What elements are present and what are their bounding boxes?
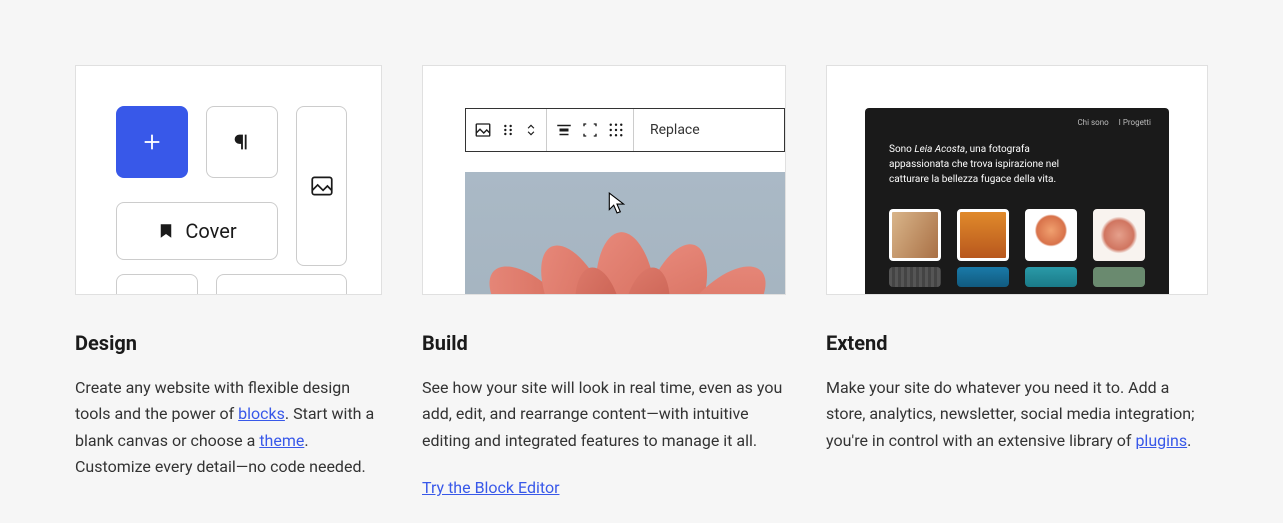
dark-panel-nav: Chi sono I Progetti [1077,118,1151,127]
design-preview: Cover [75,65,382,295]
move-up-down-icon[interactable] [524,121,538,139]
build-stage: Replace [423,66,785,294]
gallery-row-1 [889,209,1145,261]
build-title: Build [422,331,786,355]
extra-block-2[interactable] [216,274,347,295]
thumb-1[interactable] [889,209,941,261]
toolbar-group-2 [547,109,634,151]
fullwidth-icon[interactable] [581,121,599,139]
pilcrow-icon [231,131,253,153]
theme-link[interactable]: theme [259,431,304,450]
extend-stage: Chi sono I Progetti Sono Leia Acosta, un… [827,66,1207,294]
bookmark-icon [157,222,175,240]
paragraph-block[interactable] [206,106,278,178]
thumb-2[interactable] [957,209,1009,261]
flower-image[interactable] [465,172,785,295]
blocks-link[interactable]: blocks [238,404,285,423]
plugins-link[interactable]: plugins [1135,431,1187,450]
cover-block-label: Cover [185,219,236,243]
design-stage: Cover [76,66,381,294]
thumb-6[interactable] [957,267,1009,287]
design-description: Create any website with flexible design … [75,375,382,481]
thumb-4[interactable] [1093,209,1145,261]
extend-title: Extend [826,331,1208,355]
nav-item-2[interactable]: I Progetti [1119,118,1151,127]
plus-icon [141,131,163,153]
thumb-8[interactable] [1093,267,1145,287]
build-card: Replace Build See how your site will loo… [422,65,786,497]
extra-block-1[interactable] [116,274,198,295]
image-block-placeholder[interactable] [296,106,347,266]
build-preview: Replace [422,65,786,295]
extra-block-row [116,274,347,295]
thumb-5[interactable] [889,267,941,287]
thumb-7[interactable] [1025,267,1077,287]
extend-card: Chi sono I Progetti Sono Leia Acosta, un… [826,65,1208,497]
add-block-button[interactable] [116,106,188,178]
design-title: Design [75,331,382,355]
feature-cards-row: Cover Design Create any website with fle… [0,0,1283,497]
try-block-editor-link[interactable]: Try the Block Editor [422,478,559,497]
toolbar-group-1 [466,109,547,151]
dark-theme-panel: Chi sono I Progetti Sono Leia Acosta, un… [865,108,1169,295]
cursor-icon [608,192,626,214]
image-icon [309,173,335,199]
intro-text: Sono Leia Acosta, una fotografa appassio… [889,142,1069,187]
thumb-3[interactable] [1025,209,1077,261]
block-toolbar: Replace [465,108,785,152]
design-card: Cover Design Create any website with fle… [75,65,382,497]
extend-preview: Chi sono I Progetti Sono Leia Acosta, un… [826,65,1208,295]
build-description: See how your site will look in real time… [422,375,786,454]
align-icon[interactable] [555,121,573,139]
extend-description: Make your site do whatever you need it t… [826,375,1208,454]
nav-item-1[interactable]: Chi sono [1077,118,1108,127]
grid-icon[interactable] [607,121,625,139]
drag-handle-icon[interactable] [500,122,516,138]
cover-block[interactable]: Cover [116,202,278,260]
image-type-icon[interactable] [474,121,492,139]
gallery-row-2 [889,267,1145,287]
replace-button[interactable]: Replace [634,109,716,151]
